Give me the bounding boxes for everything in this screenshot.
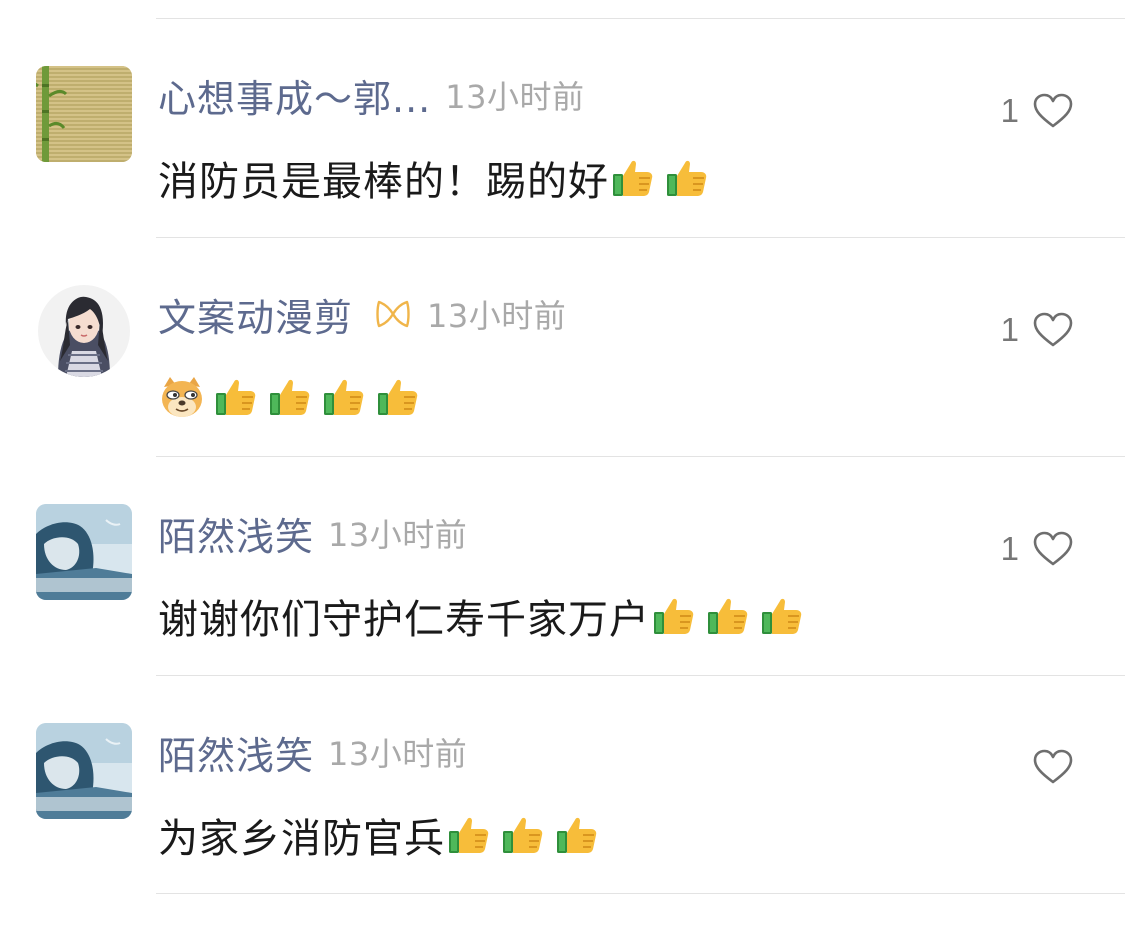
timestamp: 13小时前 xyxy=(427,297,567,335)
divider xyxy=(156,893,1125,894)
timestamp: 13小时前 xyxy=(328,735,468,773)
bow-badge-icon xyxy=(373,294,413,334)
thumbs-up-icon xyxy=(374,373,422,421)
username[interactable]: 陌然浅笑 xyxy=(158,506,314,561)
comment-item: 陌然浅笑 13小时前 为家乡消防官兵 xyxy=(0,675,1125,893)
like-button[interactable]: 1 xyxy=(1001,530,1073,568)
thumbs-up-icon xyxy=(212,373,260,421)
thumbs-up-icon xyxy=(445,811,493,859)
comment-text: 为家乡消防官兵 xyxy=(158,816,445,862)
thumbs-up-icon xyxy=(609,154,657,202)
thumbs-up-icon xyxy=(758,592,806,640)
heart-icon xyxy=(1033,531,1073,566)
thumbs-up-icon xyxy=(704,592,752,640)
doge-icon xyxy=(158,373,206,421)
like-count: 1 xyxy=(1000,530,1019,567)
thumbs-up-icon xyxy=(320,373,368,421)
timestamp: 13小时前 xyxy=(445,78,585,116)
blue-portrait-avatar xyxy=(36,504,132,600)
avatar[interactable] xyxy=(36,66,132,162)
blue-portrait-avatar xyxy=(36,723,132,819)
thumbs-up-icon xyxy=(650,592,698,640)
heart-icon xyxy=(1033,93,1073,128)
username[interactable]: 陌然浅笑 xyxy=(158,725,314,780)
thumbs-up-icon xyxy=(553,811,601,859)
comment-text: 消防员是最棒的！踢的好 xyxy=(158,159,609,205)
bamboo-calligraphy-avatar xyxy=(36,66,132,162)
comment-body: 消防员是最棒的！踢的好 xyxy=(158,150,717,206)
comment-item: 文案动漫剪 13小时前 1 xyxy=(0,237,1125,455)
comment-header: 陌然浅笑 13小时前 xyxy=(158,506,468,561)
comment-body: 谢谢你们守护仁寿千家万户 xyxy=(158,588,812,644)
comment-body: 为家乡消防官兵 xyxy=(158,807,607,863)
like-count: 1 xyxy=(1000,311,1019,348)
thumbs-up-icon xyxy=(499,811,547,859)
heart-icon xyxy=(1033,312,1073,347)
like-button[interactable]: 1 xyxy=(1001,311,1073,349)
thumbs-up-icon xyxy=(663,154,711,202)
comment-item: 陌然浅笑 13小时前 1 谢谢你们守护仁寿千家万户 xyxy=(0,456,1125,674)
comment-header: 文案动漫剪 13小时前 xyxy=(158,287,567,342)
like-button[interactable] xyxy=(1019,749,1073,785)
heart-icon xyxy=(1033,749,1073,784)
like-count: 1 xyxy=(1000,92,1019,129)
comment-header: 心想事成～郭... 13小时前 xyxy=(158,68,585,123)
like-button[interactable]: 1 xyxy=(1001,92,1073,130)
username[interactable]: 文案动漫剪 xyxy=(158,287,353,342)
comment-body xyxy=(158,369,428,425)
username[interactable]: 心想事成～郭... xyxy=(158,68,431,123)
avatar[interactable] xyxy=(38,285,130,377)
thumbs-up-icon xyxy=(266,373,314,421)
avatar[interactable] xyxy=(36,504,132,600)
timestamp: 13小时前 xyxy=(328,516,468,554)
avatar[interactable] xyxy=(36,723,132,819)
comment-header: 陌然浅笑 13小时前 xyxy=(158,725,468,780)
anime-girl-avatar xyxy=(38,285,130,377)
comment-text: 谢谢你们守护仁寿千家万户 xyxy=(158,597,650,643)
comment-item: 心想事成～郭... 13小时前 1 消防员是最棒的！踢的好 xyxy=(0,18,1125,236)
